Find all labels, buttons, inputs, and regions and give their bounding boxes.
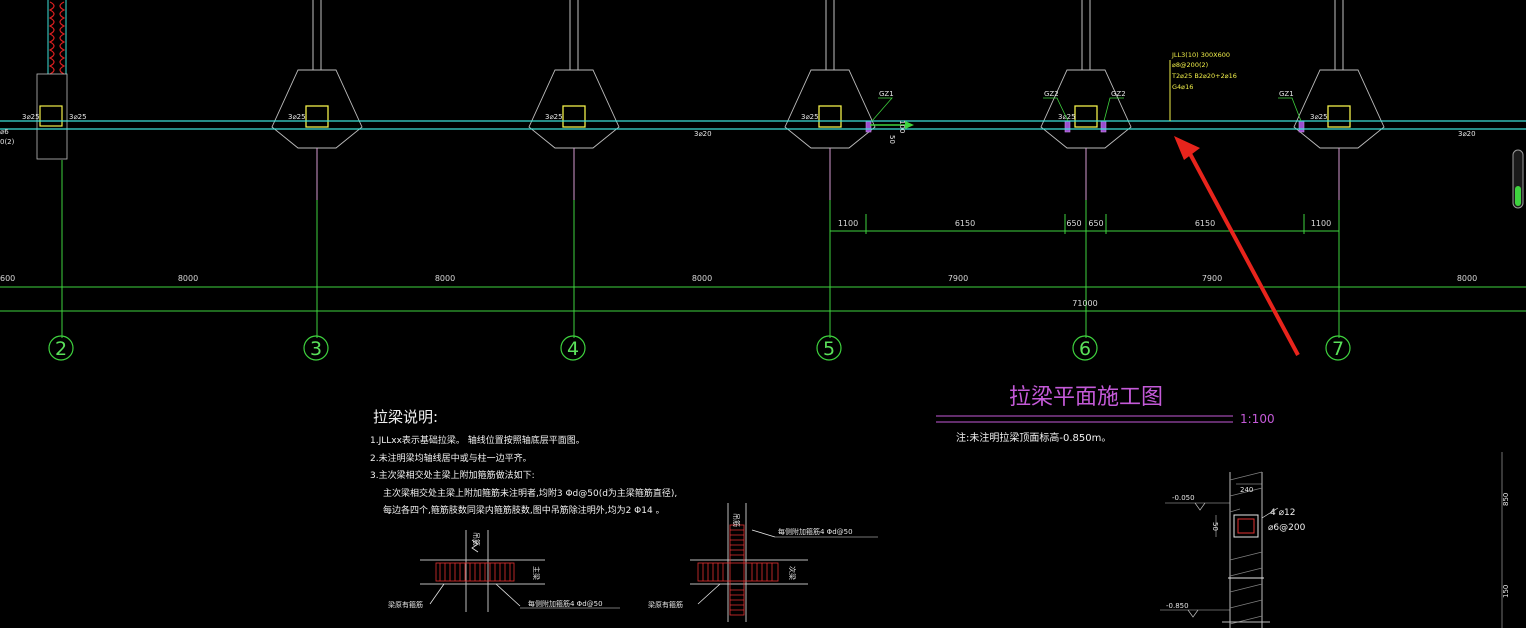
section-top-bar: 4 ⌀12 — [1270, 508, 1295, 518]
note-line-4: 主次梁相交处主梁上附加箍筋未注明者,均附3 Φd@50(d为主梁箍筋直径), — [383, 487, 677, 499]
notes-heading: 拉梁说明: — [373, 408, 438, 426]
beam-callout-line2: ⌀8@200(2) — [1172, 61, 1208, 69]
axis-label-7: 7 — [1332, 338, 1344, 360]
axis-label-6: 6 — [1079, 338, 1091, 360]
gz1-label: GZ1 — [879, 90, 894, 98]
detail-hanger: 吊筋 主梁 梁原有箍筋 每侧附加箍筋4 Φd@50 — [388, 530, 620, 612]
rebar-labels: ⌀6 0(2) 3⌀25 3⌀25 3⌀25 3⌀25 3⌀25 3⌀25 3⌀… — [0, 90, 1476, 146]
section-dim-50: 50 — [1211, 522, 1219, 531]
dim-right-partial: 8000 — [1457, 274, 1477, 283]
section-width: 240 — [1240, 486, 1253, 494]
added-stirrup-label-a: 每侧附加箍筋4 Φd@50 — [528, 599, 603, 608]
beam-callout-line3: T2⌀25 B2⌀20+2⌀16 — [1171, 72, 1237, 80]
note-line-2: 2.未注明梁均轴线居中或与柱一边平齐。 — [370, 452, 532, 464]
section-stirrup: ⌀6@200 — [1268, 523, 1306, 533]
tie-beam — [0, 60, 1526, 130]
left-edge-label-1: ⌀6 — [0, 128, 9, 136]
bar-label: 3⌀25 — [22, 113, 40, 121]
beam-callout-line4: G4⌀16 — [1172, 83, 1193, 91]
section-dim-850: 850 — [1502, 493, 1510, 506]
elevation-note: 注:未注明拉梁顶面标高-0.850m。 — [956, 431, 1111, 444]
bar-label: 3⌀25 — [545, 113, 563, 121]
dim-total: 71000 — [1072, 299, 1097, 308]
dimension-texts: 600 8000 8000 8000 7900 7900 8000 71000 … — [0, 219, 1477, 308]
added-stirrup-label-b: 每侧附加箍筋4 Φd@50 — [778, 527, 853, 536]
red-arrow-annotation — [1174, 136, 1300, 356]
notes-block: 拉梁说明: 1.JLLxx表示基础拉梁。 轴线位置按照轴底层平面图。 2.未注明… — [370, 408, 677, 516]
drawing-canvas: 2 3 4 5 6 7 600 8000 8000 8000 7900 7900… — [0, 0, 1526, 628]
dim-span-5-6: 7900 — [948, 274, 968, 283]
left-column-strip — [36, 0, 68, 160]
bar-label-3d20: 3⌀20 — [694, 130, 712, 138]
axis-lines — [61, 148, 1340, 338]
axis-label-5: 5 — [823, 338, 835, 360]
detail-dim-6: 1100 — [1311, 219, 1331, 228]
axis-label-3: 3 — [310, 338, 322, 360]
note-line-3: 3.主次梁相交处主梁上附加箍筋做法如下: — [370, 469, 535, 481]
beam-stirrup-label-b: 梁原有箍筋 — [648, 600, 683, 609]
section-elev-top: -0.050 — [1172, 494, 1195, 502]
axis-label-2: 2 — [55, 338, 67, 360]
main-beam-label: 主梁 — [532, 566, 541, 580]
gz1-label: GZ1 — [1279, 90, 1294, 98]
bar-label: 3⌀25 — [801, 113, 819, 121]
hanger-label-a: 吊筋 — [472, 532, 481, 546]
detail-dim-3: 650 — [1066, 219, 1081, 228]
beam-callout-line1: JLL3(10) 300X600 — [1171, 51, 1230, 59]
detail-dim-5: 6150 — [1195, 219, 1215, 228]
dim-left-partial: 600 — [0, 274, 15, 283]
bar-label: 3⌀25 — [288, 113, 306, 121]
beam-stirrup-label-a: 梁原有箍筋 — [388, 600, 423, 609]
dim-span-4-5: 8000 — [692, 274, 712, 283]
dim-100-label: 100 — [898, 120, 906, 133]
dim-50-label: 50 — [888, 135, 896, 144]
beam-section: -0.050 -0.850 240 50 4 ⌀12 ⌀6@200 850 15… — [1160, 452, 1510, 628]
beam-callout: JLL3(10) 300X600 ⌀8@200(2) T2⌀25 B2⌀20+2… — [1171, 51, 1237, 91]
hanger-label-b: 吊筋 — [732, 513, 741, 527]
note-line-1: 1.JLLxx表示基础拉梁。 轴线位置按照轴底层平面图。 — [370, 434, 585, 446]
axis-dimension-lines — [0, 286, 1526, 312]
bar-label-3d20: 3⌀20 — [1458, 130, 1476, 138]
sub-beam-label: 次梁 — [788, 566, 797, 580]
section-dim-150: 150 — [1502, 585, 1510, 598]
dim-span-2-3: 8000 — [178, 274, 198, 283]
drawing-title: 拉梁平面施工图 — [1009, 385, 1163, 410]
detail-dim-2: 6150 — [955, 219, 975, 228]
left-edge-label-2: 0(2) — [0, 138, 15, 146]
detail-crossing: 吊筋 次梁 每侧附加箍筋4 Φd@50 梁原有箍筋 — [648, 503, 878, 622]
section-elev-bottom: -0.850 — [1166, 602, 1189, 610]
detail-dim-4: 650 — [1088, 219, 1103, 228]
axis-label-4: 4 — [567, 338, 579, 360]
bar-label: 3⌀25 — [1310, 113, 1328, 121]
dim-span-3-4: 8000 — [435, 274, 455, 283]
drawing-title-block: 拉梁平面施工图 1:100 注:未注明拉梁顶面标高-0.850m。 — [936, 385, 1275, 444]
axis-bubbles: 2 3 4 5 6 7 — [48, 335, 1351, 361]
detail-dimension-line — [830, 214, 1339, 234]
gz2-label: GZ2 — [1044, 90, 1059, 98]
drawing-scale: 1:100 — [1240, 412, 1275, 426]
note-line-5: 每边各四个,箍筋肢数同梁内箍筋肢数,图中吊筋除注明外,均为2 Φ14 。 — [383, 504, 665, 516]
bar-label: 3⌀25 — [69, 113, 87, 121]
detail-dim-1: 1100 — [838, 219, 858, 228]
scroll-indicator[interactable] — [1512, 149, 1524, 209]
bar-label: 3⌀25 — [1058, 113, 1076, 121]
dim-span-6-7: 7900 — [1202, 274, 1222, 283]
gz2-label: GZ2 — [1111, 90, 1126, 98]
